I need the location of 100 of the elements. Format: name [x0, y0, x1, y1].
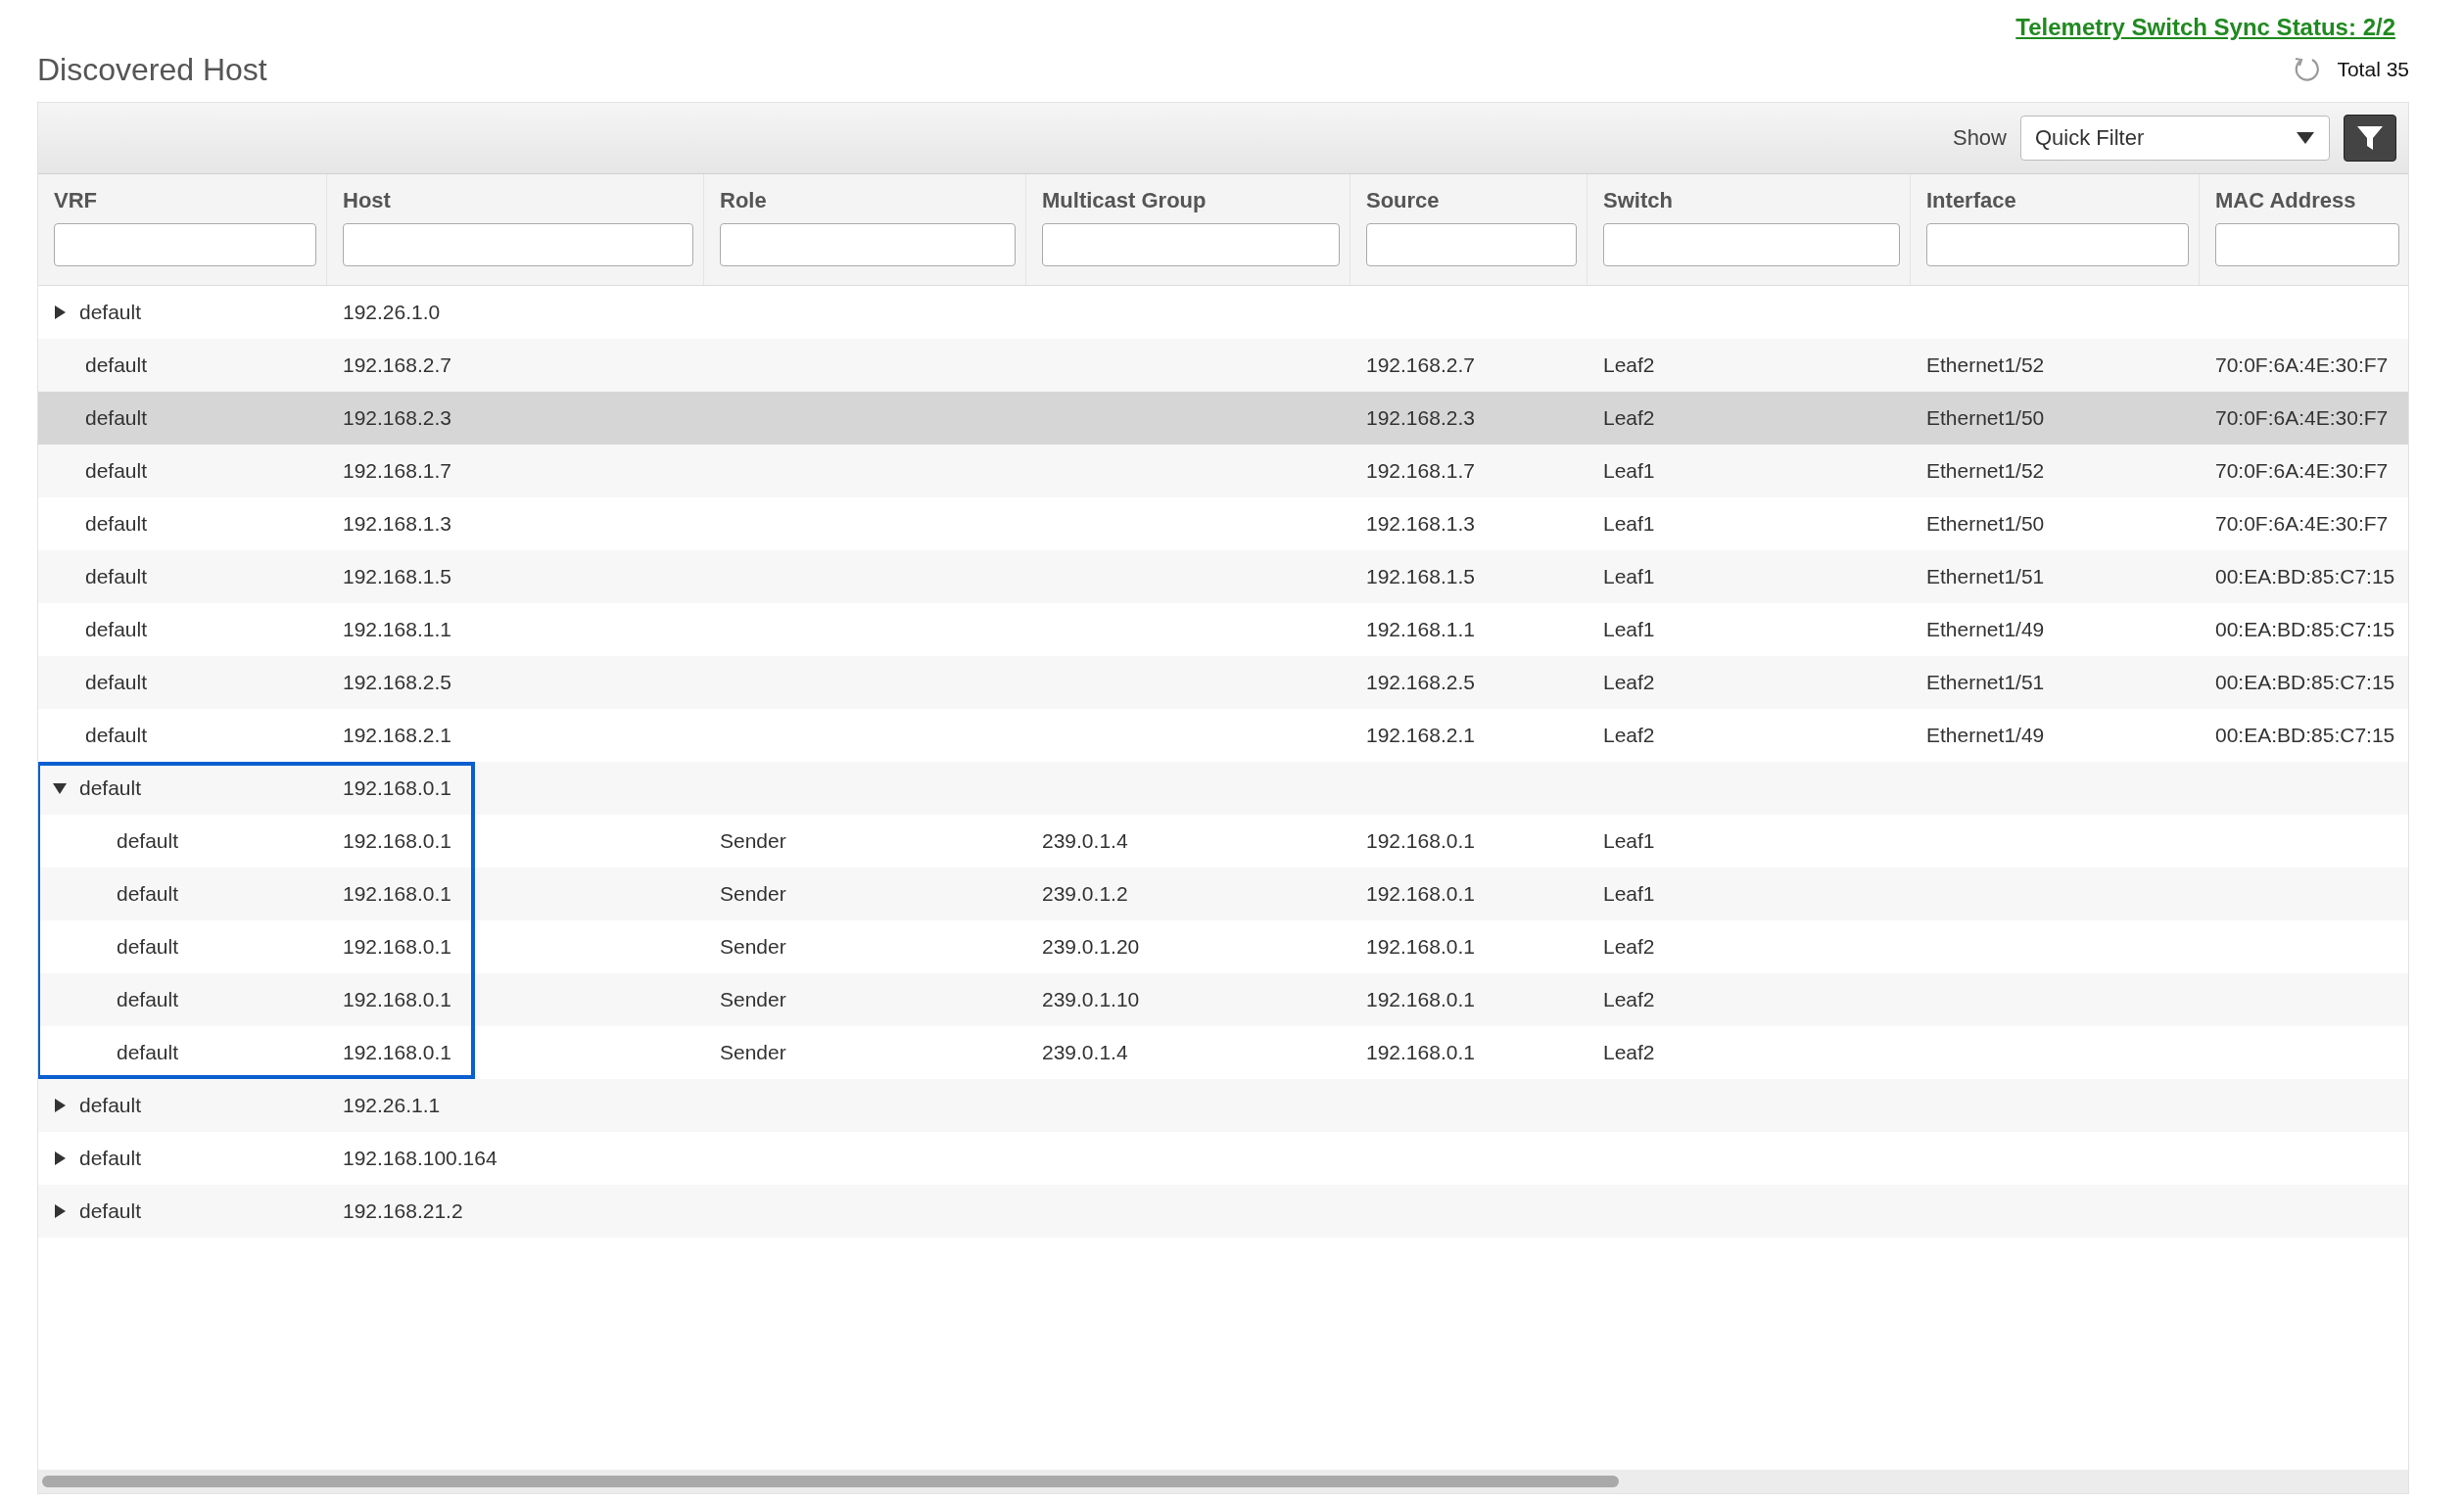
table-cell: 192.168.0.1 [343, 776, 451, 800]
page-title: Discovered Host [37, 51, 268, 88]
table-cell: 192.168.0.1 [343, 935, 451, 959]
expand-arrow-icon[interactable] [52, 1098, 68, 1113]
table-cell: default [79, 1094, 142, 1117]
table-row[interactable]: default 192.26.1.0 [38, 286, 2408, 339]
table-cell: 70:0F:6A:4E:30:F7 [2215, 406, 2389, 430]
column-header[interactable]: Multicast Group [1042, 188, 1340, 213]
table-cell: 192.168.2.3 [343, 406, 451, 430]
table-cell: 239.0.1.4 [1042, 1041, 1128, 1064]
table-row[interactable]: default 192.168.100.164 [38, 1132, 2408, 1185]
table-cell: 70:0F:6A:4E:30:F7 [2215, 353, 2389, 377]
column-filter-field[interactable] [1926, 223, 2189, 266]
table-cell: 192.168.1.5 [1366, 565, 1475, 588]
table-cell: Sender [720, 882, 786, 906]
table-row[interactable]: default 192.168.0.1 Sender 239.0.1.2 192.168.0.1 Leaf1 [38, 868, 2408, 920]
column-filter-field[interactable] [343, 223, 693, 266]
sync-status-link[interactable]: Telemetry Switch Sync Status: 2/2 [2015, 14, 2395, 47]
table-row[interactable]: default 192.168.0.1 Sender 239.0.1.4 192.168.0.1 Leaf2 [38, 1026, 2408, 1079]
table-row[interactable]: default 192.168.2.7 192.168.2.7 Leaf2 Ethernet1/52 70:0F:6A:4E:30:F7 [38, 339, 2408, 392]
table-cell: default [117, 988, 179, 1011]
table-cell: Ethernet1/52 [1926, 459, 2045, 483]
table-row[interactable]: default 192.168.1.7 192.168.1.7 Leaf1 Ethernet1/52 70:0F:6A:4E:30:F7 [38, 445, 2408, 497]
table-cell: 192.168.0.1 [343, 1041, 451, 1064]
column-header[interactable]: Interface [1926, 188, 2189, 213]
table-cell: 239.0.1.20 [1042, 935, 1140, 959]
table-cell: default [79, 1147, 142, 1170]
table-cell: 192.168.1.7 [1366, 459, 1475, 483]
expand-arrow-icon[interactable] [52, 1203, 68, 1219]
table-cell: Ethernet1/51 [1926, 565, 2045, 588]
table-cell: 192.168.1.1 [1366, 618, 1475, 641]
table-cell: Ethernet1/49 [1926, 618, 2045, 641]
table-cell: 192.168.0.1 [1366, 935, 1475, 959]
table-cell: Leaf2 [1603, 353, 1655, 377]
quick-filter-dropdown[interactable]: Quick Filter [2020, 116, 2330, 161]
table-cell: Leaf2 [1603, 1041, 1655, 1064]
table-cell: Leaf2 [1603, 406, 1655, 430]
table-cell: 239.0.1.4 [1042, 829, 1128, 853]
table-cell: 192.168.2.1 [343, 724, 451, 747]
table-cell: 192.168.1.5 [343, 565, 451, 588]
table-cell: default [79, 1199, 142, 1223]
table-row[interactable]: default 192.168.1.1 192.168.1.1 Leaf1 Ethernet1/49 00:EA:BD:85:C7:15 [38, 603, 2408, 656]
table-row[interactable]: default 192.26.1.1 [38, 1079, 2408, 1132]
table-row[interactable]: default 192.168.2.1 192.168.2.1 Leaf2 Ethernet1/49 00:EA:BD:85:C7:15 [38, 709, 2408, 762]
table-cell: default [85, 353, 148, 377]
column-header[interactable]: Host [343, 188, 693, 213]
table-row[interactable]: default 192.168.2.3 192.168.2.3 Leaf2 Ethernet1/50 70:0F:6A:4E:30:F7 [38, 392, 2408, 445]
table-cell: 192.26.1.0 [343, 301, 441, 324]
table-row[interactable]: default 192.168.0.1 Sender 239.0.1.10 192.168.0.1 Leaf2 [38, 973, 2408, 1026]
column-header[interactable]: VRF [54, 188, 316, 213]
table-row[interactable]: default 192.168.0.1 [38, 762, 2408, 815]
table-row[interactable]: default 192.168.2.5 192.168.2.5 Leaf2 Ethernet1/51 00:EA:BD:85:C7:15 [38, 656, 2408, 709]
collapse-arrow-icon[interactable] [52, 780, 68, 796]
table-row[interactable]: default 192.168.0.1 Sender 239.0.1.20 192.168.0.1 Leaf2 [38, 920, 2408, 973]
table-cell: Sender [720, 935, 786, 959]
table-row[interactable]: default 192.168.1.5 192.168.1.5 Leaf1 Ethernet1/51 00:EA:BD:85:C7:15 [38, 550, 2408, 603]
scrollbar-thumb[interactable] [42, 1476, 1619, 1487]
column-filter-field[interactable] [1366, 223, 1577, 266]
column-filter-field[interactable] [1042, 223, 1340, 266]
column-filter-field[interactable] [54, 223, 316, 266]
column-header[interactable]: Source [1366, 188, 1577, 213]
table-row[interactable]: default 192.168.21.2 [38, 1185, 2408, 1238]
column-header[interactable]: Role [720, 188, 1016, 213]
column-header[interactable]: Switch [1603, 188, 1900, 213]
column-filter-field[interactable] [720, 223, 1016, 266]
column-header[interactable]: MAC Address [2215, 188, 2399, 213]
table-row[interactable]: default 192.168.0.1 Sender 239.0.1.4 192.168.0.1 Leaf1 [38, 815, 2408, 868]
table-cell: 70:0F:6A:4E:30:F7 [2215, 459, 2389, 483]
table-cell: 192.168.0.1 [343, 882, 451, 906]
expand-arrow-icon[interactable] [52, 1151, 68, 1166]
filter-icon[interactable] [2355, 123, 2385, 153]
table-cell: 192.168.0.1 [343, 988, 451, 1011]
table-cell: Leaf2 [1603, 988, 1655, 1011]
horizontal-scrollbar[interactable] [38, 1470, 2408, 1493]
expand-arrow-icon[interactable] [52, 305, 68, 320]
table-cell: default [117, 829, 179, 853]
table-cell: default [117, 935, 179, 959]
table-cell: 192.168.1.1 [343, 618, 451, 641]
table-cell: Ethernet1/52 [1926, 353, 2045, 377]
table-cell: Ethernet1/49 [1926, 724, 2045, 747]
column-filter-field[interactable] [1603, 223, 1900, 266]
filter-button[interactable] [2344, 115, 2396, 162]
table-cell: 192.168.0.1 [1366, 1041, 1475, 1064]
table-cell: 192.168.2.5 [343, 671, 451, 694]
table-cell: default [85, 724, 148, 747]
table-cell: default [85, 459, 148, 483]
table-cell: 192.168.1.3 [343, 512, 451, 536]
column-filter-field[interactable] [2215, 223, 2399, 266]
caret-icon[interactable] [2296, 131, 2315, 145]
table-cell: 192.168.1.7 [343, 459, 451, 483]
table-cell: default [85, 671, 148, 694]
table-cell: default [79, 301, 142, 324]
table-row[interactable]: default 192.168.1.3 192.168.1.3 Leaf1 Ethernet1/50 70:0F:6A:4E:30:F7 [38, 497, 2408, 550]
table-cell: 192.168.2.1 [1366, 724, 1475, 747]
table-cell: 192.168.100.164 [343, 1147, 498, 1170]
table-cell: Leaf1 [1603, 512, 1655, 536]
table-cell: default [85, 406, 148, 430]
table-cell: 239.0.1.2 [1042, 882, 1128, 906]
table-cell: Sender [720, 988, 786, 1011]
table-cell: Leaf1 [1603, 618, 1655, 641]
